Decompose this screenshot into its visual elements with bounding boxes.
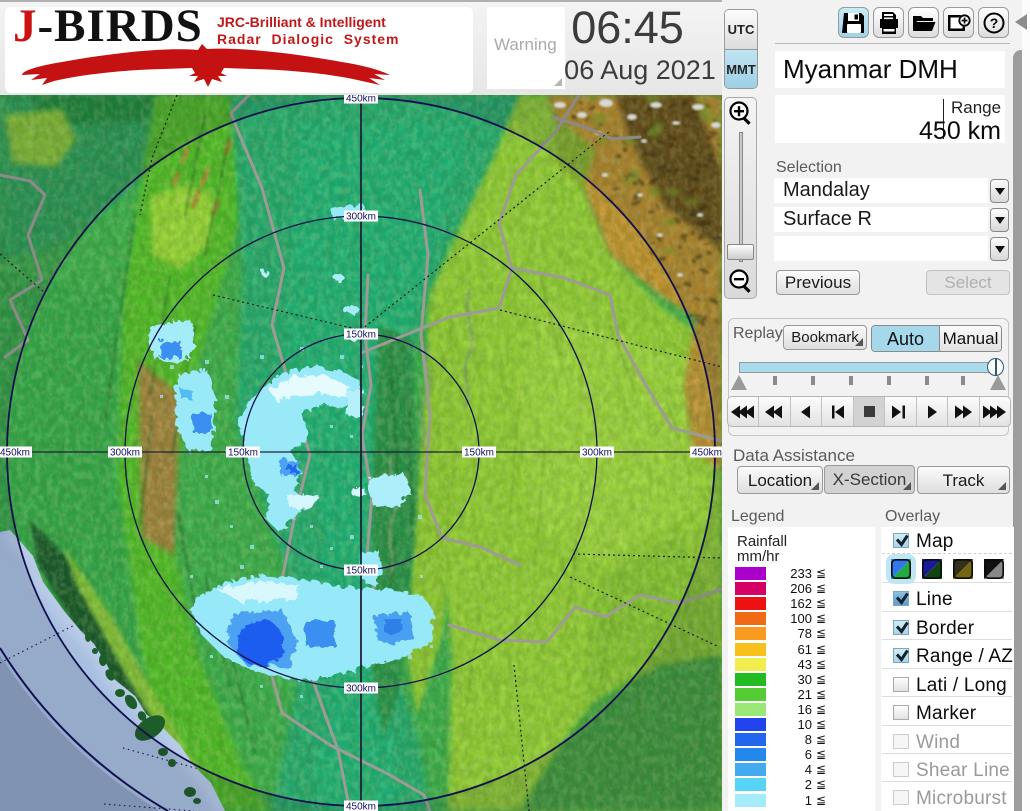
svg-text:150km: 150km bbox=[346, 566, 376, 577]
svg-text:300km: 300km bbox=[582, 448, 612, 459]
svg-text:450km: 450km bbox=[346, 95, 376, 105]
svg-text:150km: 150km bbox=[228, 448, 258, 459]
svg-text:450km: 450km bbox=[692, 448, 722, 459]
svg-text:450km: 450km bbox=[346, 802, 376, 811]
svg-text:300km: 300km bbox=[346, 684, 376, 695]
svg-text:450km: 450km bbox=[0, 448, 30, 459]
svg-text:150km: 150km bbox=[464, 448, 494, 459]
svg-text:150km: 150km bbox=[346, 330, 376, 341]
svg-text:300km: 300km bbox=[346, 212, 376, 223]
svg-text:?: ? bbox=[990, 15, 999, 31]
svg-text:300km: 300km bbox=[110, 448, 140, 459]
